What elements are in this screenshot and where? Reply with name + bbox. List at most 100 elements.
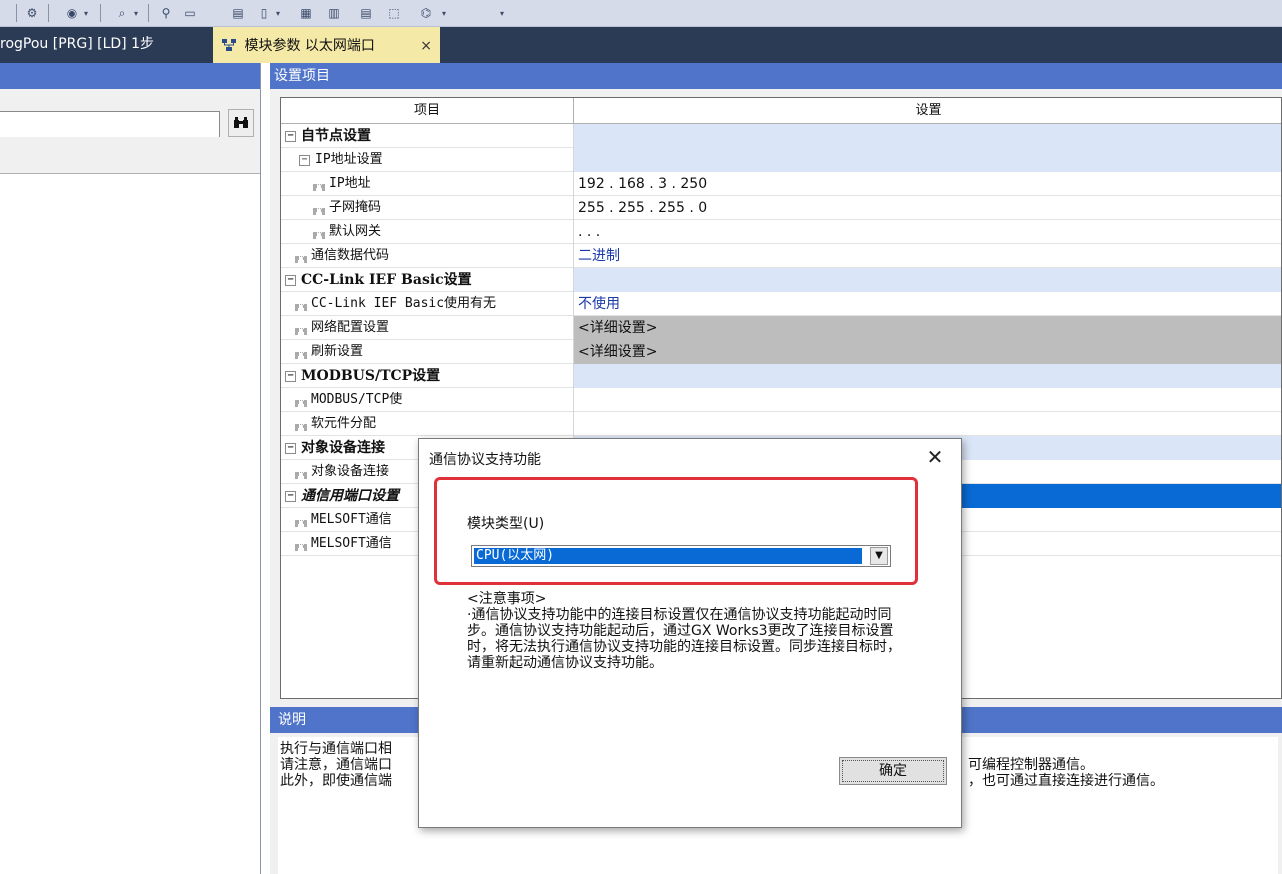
table-row[interactable]: 网络配置设置 <详细设置> xyxy=(281,316,1281,340)
grid-icon[interactable]: ▤ xyxy=(356,3,376,23)
chevron-down-icon[interactable]: ▾ xyxy=(500,3,508,23)
row-setting[interactable]: 二进制 xyxy=(574,244,1281,268)
row-setting[interactable] xyxy=(574,412,1281,436)
table-row[interactable]: − 自节点设置 xyxy=(281,124,1281,148)
row-label: CC-Link IEF Basic设置 xyxy=(301,272,472,288)
description-line: 执行与通信端口相 xyxy=(280,741,392,757)
tree-connector xyxy=(313,232,325,236)
row-item: 通信数据代码 xyxy=(281,244,574,268)
table-row[interactable]: MODBUS/TCP使 xyxy=(281,388,1281,412)
ok-button[interactable]: 确定 xyxy=(839,757,947,785)
toolbar-separator xyxy=(16,4,17,22)
find-icon[interactable]: ⌕ xyxy=(112,3,132,23)
notes-title: <注意事项> xyxy=(467,591,547,607)
table-row[interactable]: − IP地址设置 xyxy=(281,148,1281,172)
zoom-icon[interactable]: ⚲ xyxy=(156,3,176,23)
collapse-icon[interactable]: − xyxy=(285,275,296,286)
grid-header: 项目 设置 xyxy=(281,98,1281,124)
compare-icon[interactable]: ⬚ xyxy=(384,3,404,23)
row-setting[interactable] xyxy=(574,364,1281,388)
row-setting[interactable] xyxy=(574,148,1281,172)
eye-icon[interactable]: ◉ xyxy=(62,3,82,23)
row-setting[interactable] xyxy=(574,268,1281,292)
tree-connector xyxy=(295,256,307,260)
tree-connector xyxy=(295,328,307,332)
toolbar-separator xyxy=(148,4,149,22)
description-line: 请注意，通信端口 xyxy=(280,757,392,773)
description-line: ，也可通过直接连接进行通信。 xyxy=(968,773,1164,789)
module-type-value: CPU(以太网) xyxy=(474,548,862,564)
tree-connector xyxy=(295,520,307,524)
collapse-icon[interactable]: − xyxy=(285,131,296,142)
row-setting[interactable]: 192 . 168 . 3 . 250 xyxy=(574,172,1281,196)
page-icon[interactable]: ▯ xyxy=(254,3,274,23)
tree-connector xyxy=(295,400,307,404)
notes-body: ·通信协议支持功能中的连接目标设置仅在通信协议支持功能起动时同步。通信协议支持功… xyxy=(467,607,901,671)
module-type-select[interactable]: CPU(以太网) ▼ xyxy=(471,545,891,567)
row-label: CC-Link IEF Basic使用有无 xyxy=(311,296,497,311)
row-item: 网络配置设置 xyxy=(281,316,574,340)
grid-icon[interactable]: ▥ xyxy=(324,3,344,23)
row-item: MODBUS/TCP使 xyxy=(281,388,574,412)
chevron-down-icon[interactable]: ▾ xyxy=(134,3,142,23)
row-label: MELSOFT通信 xyxy=(311,512,392,527)
toolbar-separator xyxy=(100,4,101,22)
left-pane-gap xyxy=(0,137,260,173)
row-label: 网络配置设置 xyxy=(311,320,390,335)
page-icon[interactable]: ▤ xyxy=(228,3,248,23)
row-setting[interactable] xyxy=(574,124,1281,148)
layout-icon[interactable]: ▭ xyxy=(180,3,200,23)
row-setting[interactable]: 255 . 255 . 255 . 0 xyxy=(574,196,1281,220)
table-row[interactable]: − CC-Link IEF Basic设置 xyxy=(281,268,1281,292)
row-label: 自节点设置 xyxy=(301,128,371,144)
module-type-label: 模块类型(U) xyxy=(467,516,545,532)
row-setting[interactable] xyxy=(574,388,1281,412)
collapse-icon[interactable]: − xyxy=(299,155,310,166)
row-label: MELSOFT通信 xyxy=(311,536,392,551)
tree-connector xyxy=(295,352,307,356)
compare-icon[interactable]: ⌬ xyxy=(416,3,436,23)
table-row[interactable]: 子网掩码 255 . 255 . 255 . 0 xyxy=(281,196,1281,220)
chevron-down-icon[interactable]: ▼ xyxy=(870,547,888,565)
wrench-icon[interactable]: ⚙ xyxy=(22,3,42,23)
row-label: 子网掩码 xyxy=(329,200,382,215)
collapse-icon[interactable]: − xyxy=(285,491,296,502)
tab-program[interactable]: rogPou [PRG] [LD] 1步 xyxy=(0,27,200,63)
row-setting[interactable]: . . . xyxy=(574,220,1281,244)
description-line: 此外，即使通信端 xyxy=(280,773,392,789)
toolbar-separator xyxy=(48,4,49,22)
row-label: MODBUS/TCP使 xyxy=(311,392,403,407)
tab-label: rogPou [PRG] [LD] 1步 xyxy=(0,36,154,52)
table-row[interactable]: 软元件分配 xyxy=(281,412,1281,436)
row-setting[interactable]: <详细设置> xyxy=(574,316,1281,340)
row-item: − MODBUS/TCP设置 xyxy=(281,364,574,388)
binoculars-icon[interactable] xyxy=(228,109,254,137)
item-list[interactable] xyxy=(0,173,260,874)
tab-module-parameter[interactable]: 模块参数 以太网端口 × xyxy=(213,27,440,63)
column-header-item[interactable]: 项目 xyxy=(281,98,574,124)
collapse-icon[interactable]: − xyxy=(285,371,296,382)
collapse-icon[interactable]: − xyxy=(285,443,296,454)
chevron-down-icon[interactable]: ▾ xyxy=(276,3,284,23)
table-row[interactable]: CC-Link IEF Basic使用有无 不使用 xyxy=(281,292,1281,316)
table-row[interactable]: 刷新设置 <详细设置> xyxy=(281,340,1281,364)
close-icon[interactable]: ✕ xyxy=(923,445,947,469)
table-row[interactable]: 默认网关 . . . xyxy=(281,220,1281,244)
close-icon[interactable]: × xyxy=(420,29,432,63)
protocol-support-dialog: 通信协议支持功能 ✕ 模块类型(U) CPU(以太网) ▼ <注意事项> ·通信… xyxy=(418,438,962,828)
row-item: 子网掩码 xyxy=(281,196,574,220)
table-row[interactable]: IP地址 192 . 168 . 3 . 250 xyxy=(281,172,1281,196)
row-item: 软元件分配 xyxy=(281,412,574,436)
description-line: 可编程控制器通信。 xyxy=(968,757,1094,773)
chevron-down-icon[interactable]: ▾ xyxy=(84,3,92,23)
row-setting[interactable]: 不使用 xyxy=(574,292,1281,316)
table-row[interactable]: − MODBUS/TCP设置 xyxy=(281,364,1281,388)
left-pane-header xyxy=(0,63,260,89)
tree-connector xyxy=(313,208,325,212)
grid-icon[interactable]: ▦ xyxy=(296,3,316,23)
row-setting[interactable]: <详细设置> xyxy=(574,340,1281,364)
column-header-setting[interactable]: 设置 xyxy=(574,98,1281,124)
table-row[interactable]: 通信数据代码 二进制 xyxy=(281,244,1281,268)
chevron-down-icon[interactable]: ▾ xyxy=(442,3,450,23)
search-input[interactable] xyxy=(0,111,220,139)
